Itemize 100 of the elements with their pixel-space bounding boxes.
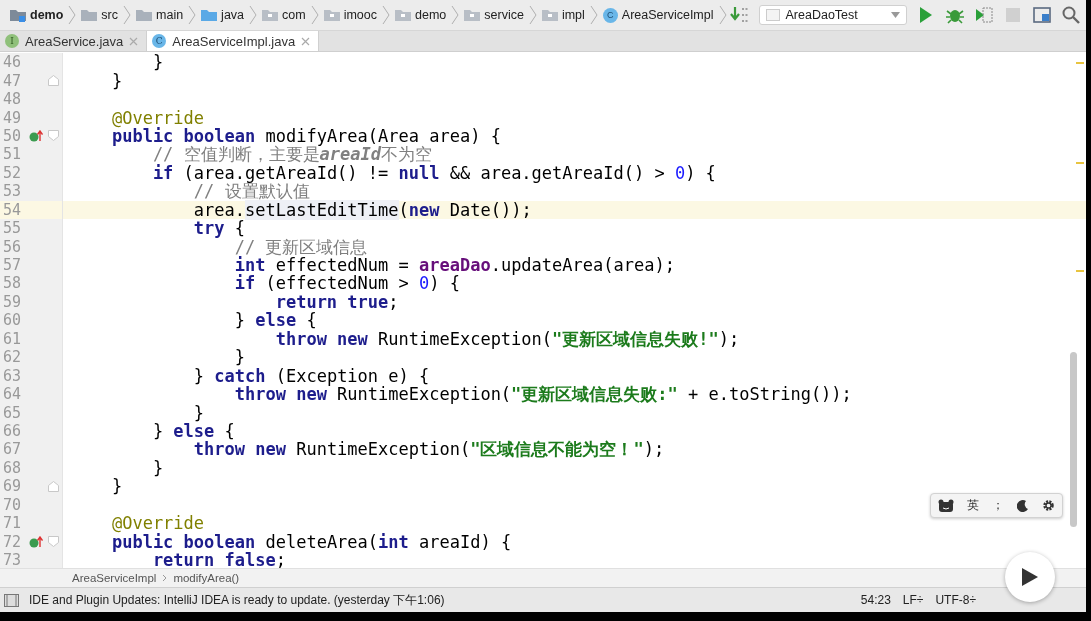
close-icon[interactable] <box>301 36 311 46</box>
folder-icon <box>201 8 218 22</box>
implements-icon[interactable] <box>28 535 43 548</box>
chevron-icon <box>451 5 460 25</box>
config-icon <box>765 9 780 21</box>
code-line: // 空值判断，主要是areaId不为空 <box>152 145 432 164</box>
code-line: return false; <box>152 551 286 568</box>
sort-icon[interactable] <box>729 6 750 24</box>
line-number: 65 <box>2 403 23 422</box>
fold-icon[interactable] <box>48 480 60 492</box>
breadcrumb-item[interactable]: java <box>199 8 247 22</box>
breadcrumb-item[interactable]: com <box>260 8 308 22</box>
code-line: } else { <box>151 421 235 440</box>
code-line: } <box>110 477 123 496</box>
line-number: 58 <box>2 274 23 293</box>
breadcrumb-item[interactable]: C AreaServiceImpl <box>600 7 716 23</box>
ime-mode-toggle[interactable]: 英 <box>966 497 979 514</box>
code-line: @Override <box>110 108 205 127</box>
run-config-dropdown[interactable]: AreaDaoTest <box>758 5 907 25</box>
code-line: } catch (Exception e) { <box>192 366 430 385</box>
breadcrumb-item[interactable]: imooc <box>321 8 379 22</box>
code-line: } else { <box>233 311 317 330</box>
folder-icon <box>262 8 279 22</box>
moon-icon[interactable] <box>1017 499 1030 512</box>
dropdown-arrow-icon <box>890 12 900 18</box>
line-number: 47 <box>2 71 23 90</box>
panel-toggle-icon[interactable] <box>4 593 19 607</box>
chevron-icon <box>123 5 131 25</box>
code-line: } <box>151 53 164 72</box>
breadcrumb-item[interactable]: service <box>462 8 526 22</box>
coverage-button[interactable] <box>973 5 994 25</box>
code-line: int effectedNum = areaDao.updateArea(area); <box>233 256 675 275</box>
class-icon: C <box>602 7 618 23</box>
play-icon <box>1021 567 1039 587</box>
code-line: // 设置默认值 <box>193 182 310 201</box>
chevron-icon <box>162 574 168 582</box>
settings-icon[interactable] <box>1042 499 1056 512</box>
line-number: 73 <box>2 551 23 568</box>
chevron-icon <box>310 5 319 25</box>
encoding-selector[interactable]: UTF-8÷ <box>935 593 976 607</box>
breadcrumb-item[interactable]: main <box>134 8 186 22</box>
line-number: 68 <box>2 458 23 477</box>
breadcrumb-item[interactable]: src <box>79 8 120 22</box>
line-number: 54 <box>2 200 23 219</box>
breadcrumb-item[interactable]: modifyArea() <box>173 572 240 584</box>
status-message[interactable]: IDE and Plugin Updates: IntelliJ IDEA is ready to update. (yesterday 下午1:06) <box>29 591 445 609</box>
search-button[interactable] <box>1060 5 1081 25</box>
code-line: try { <box>192 219 245 238</box>
code-line: // 更新区域信息 <box>233 237 368 256</box>
code-line: throw new RuntimeException("更新区域信息失败:" + e.toString()); <box>233 385 852 404</box>
breadcrumb-item[interactable]: AreaServiceImpl <box>72 572 157 584</box>
chevron-icon <box>68 5 77 25</box>
folder-icon <box>10 8 26 22</box>
line-separator-selector[interactable]: LF÷ <box>902 593 924 607</box>
editor-tab[interactable]: C AreaServiceImpl.java <box>147 31 320 51</box>
chevron-icon <box>382 5 390 25</box>
breadcrumb-item[interactable]: impl <box>539 8 587 22</box>
line-number: 60 <box>2 311 23 330</box>
code-line: if (area.getAreaId() != null && area.getAreaId() > 0) { <box>151 163 716 182</box>
ime-logo-icon[interactable] <box>937 498 954 513</box>
close-icon[interactable] <box>129 36 139 46</box>
code-line: } <box>151 458 164 477</box>
line-number: 49 <box>2 108 23 127</box>
punctuation-toggle[interactable]: ； <box>991 497 1004 514</box>
implements-icon[interactable] <box>28 129 43 142</box>
fold-icon[interactable] <box>48 536 60 548</box>
line-number: 55 <box>2 219 23 238</box>
chevron-icon <box>249 5 258 25</box>
chevron-icon <box>188 5 197 25</box>
folder-icon <box>81 8 98 22</box>
code-line: public boolean modifyArea(Area area) { <box>110 126 501 145</box>
folder-icon <box>541 8 558 22</box>
line-number: 61 <box>2 329 23 348</box>
project-structure-button[interactable] <box>1031 5 1052 25</box>
line-number: 70 <box>2 495 23 514</box>
scrollbar-thumb[interactable] <box>1070 352 1077 527</box>
folder-icon <box>323 8 340 22</box>
folder-icon <box>464 8 481 22</box>
line-number: 56 <box>2 237 23 256</box>
line-number: 63 <box>2 366 23 385</box>
chevron-icon <box>718 5 727 25</box>
chevron-icon <box>589 5 598 25</box>
line-number: 67 <box>2 440 23 459</box>
code-line: } <box>192 403 205 422</box>
breadcrumb-item[interactable]: demo <box>8 8 66 22</box>
code-line: } <box>110 71 123 90</box>
line-number: 62 <box>2 348 23 367</box>
line-number: 57 <box>2 256 23 275</box>
fold-icon[interactable] <box>48 130 60 142</box>
line-number: 52 <box>2 163 23 182</box>
breadcrumb-item[interactable]: demo <box>393 8 449 22</box>
code-line: if (effectedNum > 0) { <box>233 274 460 293</box>
line-number: 50 <box>2 126 23 145</box>
folder-icon <box>395 8 411 22</box>
interface-icon: I <box>5 34 19 48</box>
code-line: @Override <box>110 514 205 533</box>
code-line: } <box>233 348 245 367</box>
cursor-position[interactable]: 54:23 <box>860 593 891 607</box>
line-number: 46 <box>2 53 23 72</box>
fold-icon[interactable] <box>48 75 60 87</box>
